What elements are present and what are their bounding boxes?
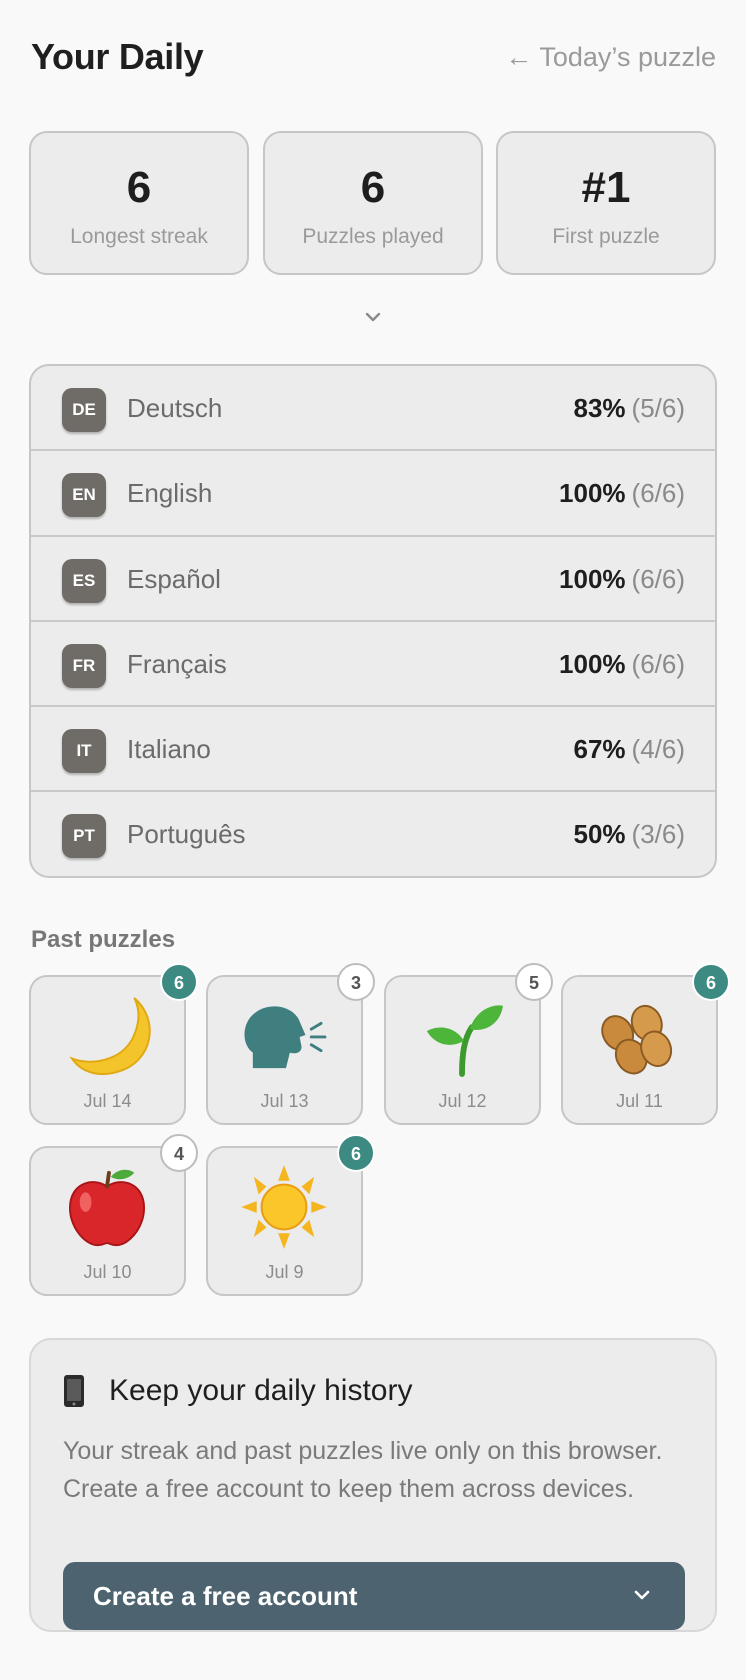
chevron-down-icon: [634, 1590, 650, 1600]
language-row-en: EN English 100% (6/6): [31, 451, 715, 537]
language-row-fr: FR Français 100% (6/6): [31, 622, 715, 708]
language-code-badge: DE: [62, 388, 106, 432]
red-apple-icon: [69, 1169, 146, 1246]
stat-value: #1: [581, 163, 631, 212]
stat-longest-streak: 6 Longest streak: [29, 131, 249, 275]
language-percent: 83%: [573, 393, 626, 423]
language-score: 100% (6/6): [559, 564, 685, 595]
crescent-moon-icon: [69, 997, 151, 1076]
stat-puzzles-played: 6 Puzzles played: [263, 131, 483, 275]
speaking-head-icon: [244, 1006, 327, 1069]
daily-stats-page: Your Daily ← Today’s puzzle 6 Longest st…: [0, 0, 746, 1680]
language-percent: 67%: [573, 734, 626, 765]
language-score: 83% (5/6): [573, 393, 685, 424]
account-prompt-card: Keep your daily history Your streak and …: [29, 1338, 717, 1632]
puzzle-date: Jul 14: [83, 1091, 132, 1111]
language-name: Français: [127, 648, 227, 679]
language-name: Español: [127, 563, 221, 594]
past-puzzle-tile[interactable]: Jul 9 6: [206, 1134, 375, 1296]
puzzle-score-badge: 6: [337, 1134, 375, 1172]
language-row-pt: PT Português 50% (3/6): [31, 792, 715, 876]
chevron-down-icon[interactable]: [364, 308, 382, 326]
past-puzzle-tile[interactable]: Jul 14 6: [29, 963, 198, 1125]
page-title: Your Daily: [31, 36, 204, 77]
language-score: 100% (6/6): [559, 478, 685, 509]
language-score: 50% (3/6): [573, 819, 685, 850]
stats-row: 6 Longest streak 6 Puzzles played #1 Fir…: [29, 131, 717, 277]
puzzle-date: Jul 9: [265, 1262, 304, 1282]
puzzle-score-badge: 6: [160, 963, 198, 1001]
language-score: 67% (4/6): [573, 734, 685, 765]
puzzle-score-badge: 5: [515, 963, 553, 1001]
past-puzzles-heading: Past puzzles: [31, 926, 176, 953]
language-row-es: ES Español 100% (6/6): [31, 537, 715, 622]
mobile-phone-icon: [64, 1375, 84, 1407]
language-code-badge: EN: [62, 473, 106, 518]
peanuts-icon: [601, 1004, 673, 1075]
language-name: Deutsch: [127, 393, 223, 423]
language-percent: 100%: [559, 478, 626, 509]
language-fraction: (6/6): [631, 478, 685, 509]
puzzle-score-badge: 4: [160, 1134, 198, 1172]
stat-label: Puzzles played: [302, 225, 444, 248]
language-code-badge: ES: [62, 558, 106, 603]
past-puzzle-tile[interactable]: Jul 12 5: [384, 963, 553, 1125]
language-score: 100% (6/6): [559, 649, 685, 680]
language-name: Português: [127, 819, 246, 850]
account-card-description: Your streak and past puzzles live only o…: [63, 1437, 663, 1503]
language-percent: 100%: [559, 563, 626, 594]
todays-puzzle-link[interactable]: ← Today’s puzzle: [505, 42, 716, 73]
stat-label: First puzzle: [552, 225, 660, 248]
language-code-badge: FR: [62, 643, 106, 688]
stat-value: 6: [126, 163, 152, 212]
create-account-button[interactable]: Create a free account: [63, 1562, 685, 1630]
language-percent: 50%: [573, 819, 626, 850]
language-row-it: IT Italiano 67% (4/6): [31, 707, 715, 793]
language-percent: 100%: [559, 648, 626, 679]
language-row-de: DE Deutsch 83% (5/6): [31, 366, 715, 452]
language-code-badge: PT: [62, 814, 106, 859]
puzzle-date: Jul 12: [438, 1091, 487, 1111]
puzzle-score-badge: 3: [337, 963, 375, 1001]
past-puzzle-tile[interactable]: Jul 10 4: [29, 1134, 198, 1296]
past-puzzle-tile[interactable]: Jul 11 6: [561, 963, 730, 1125]
account-card-title: Keep your daily history: [109, 1374, 413, 1407]
stat-first-puzzle: #1 First puzzle: [496, 131, 716, 275]
language-code-badge: IT: [62, 729, 106, 774]
language-fraction: (6/6): [631, 563, 685, 594]
create-account-label: Create a free account: [93, 1580, 358, 1611]
stat-label: Longest streak: [70, 225, 208, 248]
puzzle-date: Jul 13: [260, 1091, 309, 1111]
seedling-icon: [426, 1005, 503, 1077]
language-fraction: (3/6): [631, 819, 685, 850]
language-fraction: (6/6): [631, 648, 685, 679]
puzzle-date: Jul 11: [616, 1091, 663, 1111]
puzzle-date: Jul 10: [83, 1262, 132, 1282]
language-stats-list: DE Deutsch 83% (5/6) EN English 100% (6/6)…: [29, 364, 717, 878]
language-name: Italiano: [127, 734, 211, 765]
past-puzzle-tile[interactable]: Jul 13 3: [206, 963, 375, 1125]
language-fraction: (5/6): [631, 393, 685, 423]
language-fraction: (4/6): [631, 734, 685, 765]
puzzle-score-badge: 6: [692, 963, 730, 1001]
language-name: English: [127, 478, 213, 509]
sun-icon: [241, 1165, 327, 1249]
stat-value: 6: [360, 163, 386, 212]
